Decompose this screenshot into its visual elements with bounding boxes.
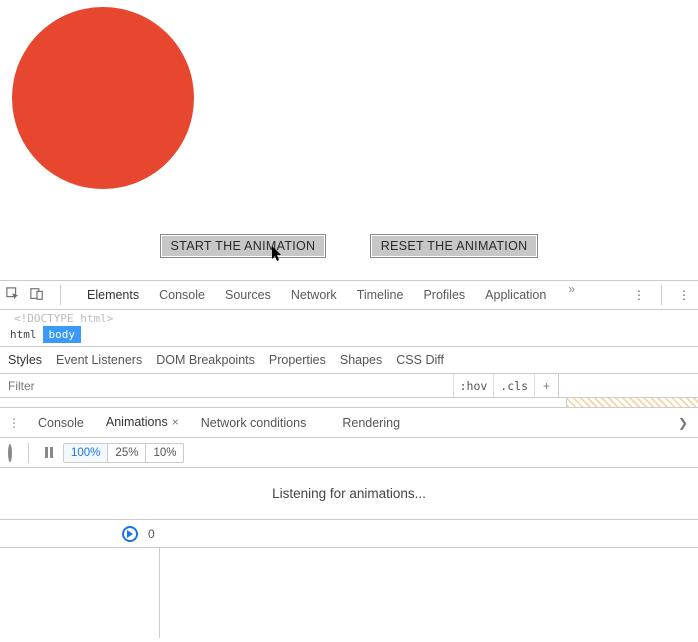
animated-circle xyxy=(12,7,194,189)
drawer-expand-icon[interactable]: ❯ xyxy=(678,416,688,430)
subtab-shapes[interactable]: Shapes xyxy=(340,353,382,367)
animations-status-text: Listening for animations... xyxy=(0,468,698,520)
speed-100[interactable]: 100% xyxy=(64,444,108,462)
close-tab-icon[interactable]: × xyxy=(172,415,179,429)
drawer-tab-label: Animations xyxy=(106,415,168,429)
tab-timeline[interactable]: Timeline xyxy=(353,282,408,308)
clear-icon[interactable] xyxy=(8,446,12,460)
tab-sources[interactable]: Sources xyxy=(221,282,275,308)
start-animation-button[interactable]: START THE ANIMATION xyxy=(160,234,327,258)
separator xyxy=(28,443,29,463)
subtab-styles[interactable]: Styles xyxy=(8,353,42,367)
styles-subtabs: Styles Event Listeners DOM Breakpoints P… xyxy=(0,347,698,374)
devtools-tabs: Elements Console Sources Network Timelin… xyxy=(83,282,575,308)
reset-animation-button[interactable]: RESET THE ANIMATION xyxy=(370,234,539,258)
playback-speed-group: 100% 25% 10% xyxy=(63,443,184,463)
animations-timeline-body xyxy=(0,548,698,638)
speed-10[interactable]: 10% xyxy=(146,444,183,462)
toolbar-right: ⋮ ⋮ xyxy=(633,285,690,305)
box-model-gutter xyxy=(558,374,698,397)
more-tabs-icon[interactable]: » xyxy=(568,282,575,308)
tab-console[interactable]: Console xyxy=(155,282,209,308)
tab-application[interactable]: Application xyxy=(481,282,550,308)
kebab-menu-icon[interactable]: ⋮ xyxy=(678,288,690,302)
box-model-margin-hatch xyxy=(566,398,698,407)
tab-network[interactable]: Network xyxy=(287,282,341,308)
drawer-tab-rendering[interactable]: Rendering xyxy=(338,410,404,436)
subtab-css-diff[interactable]: CSS Diff xyxy=(396,353,444,367)
subtab-event-listeners[interactable]: Event Listeners xyxy=(56,353,142,367)
crumb-html[interactable]: html xyxy=(4,326,43,343)
button-row: START THE ANIMATION RESET THE ANIMATION xyxy=(0,234,698,258)
drawer-tab-animations[interactable]: Animations × xyxy=(102,409,183,437)
styles-content-strip xyxy=(0,398,698,408)
crumb-body[interactable]: body xyxy=(43,326,82,343)
new-style-rule-icon[interactable]: + xyxy=(534,374,558,397)
styles-filter-input[interactable] xyxy=(0,379,453,393)
toggle-hov[interactable]: :hov xyxy=(453,374,494,397)
subtab-dom-breakpoints[interactable]: DOM Breakpoints xyxy=(156,353,255,367)
device-toolbar-icon[interactable] xyxy=(30,287,44,304)
animations-timeline-header: 0 xyxy=(0,520,698,548)
drawer-tab-console[interactable]: Console xyxy=(34,410,88,436)
subtab-properties[interactable]: Properties xyxy=(269,353,326,367)
toggle-cls[interactable]: .cls xyxy=(493,374,534,397)
timeline-origin-label: 0 xyxy=(148,527,155,541)
dom-breadcrumb: html body xyxy=(0,325,698,347)
styles-filter-row: :hov .cls + xyxy=(0,374,698,398)
separator xyxy=(60,285,61,305)
page-viewport: START THE ANIMATION RESET THE ANIMATION xyxy=(0,0,698,280)
drawer-menu-icon[interactable]: ⋮ xyxy=(8,416,20,430)
drawer-tabs: ⋮ Console Animations × Network condition… xyxy=(0,408,698,438)
timeline-canvas[interactable] xyxy=(160,548,698,638)
doctype-text: <!DOCTYPE html> xyxy=(0,310,698,325)
drawer-tab-network-conditions[interactable]: Network conditions xyxy=(197,410,311,436)
separator xyxy=(661,285,662,305)
devtools-toolbar: Elements Console Sources Network Timelin… xyxy=(0,280,698,310)
tab-elements[interactable]: Elements xyxy=(83,282,143,308)
play-icon[interactable] xyxy=(122,526,138,542)
animations-toolbar: 100% 25% 10% xyxy=(0,438,698,468)
inspect-element-icon[interactable] xyxy=(6,287,20,304)
kebab-menu-icon[interactable]: ⋮ xyxy=(633,288,645,302)
speed-25[interactable]: 25% xyxy=(108,444,146,462)
timeline-sidebar xyxy=(0,548,160,638)
pause-icon[interactable] xyxy=(45,447,53,458)
tab-profiles[interactable]: Profiles xyxy=(419,282,469,308)
